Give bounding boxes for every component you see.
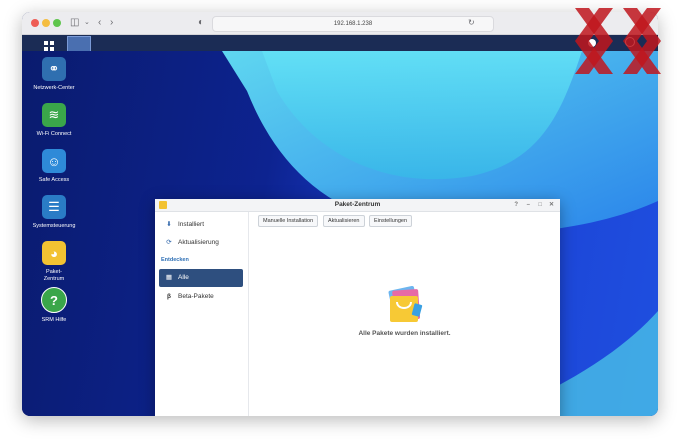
control-panel-icon: ☰ [42, 195, 66, 219]
sidebar-section-label: Entdecken [161, 257, 189, 263]
reload-icon[interactable]: ↻ [468, 16, 475, 30]
sidebar-item-label: Alle [178, 274, 189, 281]
manual-install-button[interactable]: Manuelle Installation [258, 215, 319, 227]
package-bag-icon: ◕ [42, 241, 66, 265]
srm-taskbar [22, 35, 658, 52]
sidebar-toggle-icon[interactable]: ◫ [70, 16, 79, 30]
help-button-icon[interactable]: ? [514, 199, 518, 211]
forward-icon[interactable]: › [110, 16, 113, 30]
address-text: 192.168.1.238 [333, 21, 373, 27]
srm-desktop: ⚭ Netzwerk-Center ≋ Wi-Fi Connect ☺ Safe… [22, 51, 658, 416]
package-center-window: Paket-Zentrum ? – □ ✕ ⬇ Installiert ⟳ Aktu… [155, 199, 560, 416]
chevron-down-icon[interactable]: ⌄ [84, 16, 90, 30]
window-titlebar[interactable]: Paket-Zentrum ? – □ ✕ [155, 199, 560, 212]
desktop-icon-srm-hilfe[interactable]: ? SRM Hilfe [24, 287, 84, 324]
zoom-window-button[interactable] [53, 19, 61, 27]
update-button[interactable]: Aktualisieren [323, 215, 365, 227]
sidebar-item-aktualisierung[interactable]: ⟳ Aktualisierung [159, 234, 243, 252]
desktop-icon-label: Paket- Zentrum [43, 269, 65, 282]
empty-state-message: Alle Pakete wurden installiert. [358, 330, 451, 337]
close-icon[interactable]: ✕ [549, 199, 554, 211]
help-icon: ? [41, 287, 67, 313]
desktop-icon-safe-access[interactable]: ☺ Safe Access [24, 149, 84, 184]
desktop-icon-label: SRM Hilfe [41, 317, 67, 323]
desktop-icon-label: Netzwerk-Center [33, 85, 75, 91]
watermark-logo [575, 8, 671, 79]
empty-state-bag-icon [383, 282, 425, 324]
network-globe-icon: ⚭ [42, 57, 66, 81]
settings-button[interactable]: Einstellungen [369, 215, 413, 227]
sidebar-item-installiert[interactable]: ⬇ Installiert [159, 216, 243, 234]
sidebar-item-label: Beta-Pakete [178, 293, 214, 300]
installed-icon: ⬇ [166, 221, 172, 228]
refresh-icon: ⟳ [166, 239, 172, 246]
package-center-sidebar: ⬇ Installiert ⟳ Aktualisierung Entdecken ▦… [155, 212, 249, 416]
beta-icon: β [167, 293, 171, 300]
sidebar-item-label: Aktualisierung [178, 239, 219, 246]
sidebar-item-label: Installiert [178, 221, 205, 228]
desktop-icon-label: Systemsteuerung [32, 223, 76, 229]
browser-window: ◫ ⌄ ‹ › ◐ 192.168.1.238 ↻ ⚭ Netzwerk-Cen… [22, 12, 658, 416]
grid-icon: ▦ [165, 274, 173, 281]
address-bar[interactable]: 192.168.1.238 [212, 16, 494, 32]
browser-toolbar: ◫ ⌄ ‹ › ◐ 192.168.1.238 ↻ [22, 12, 658, 35]
taskbar-package-center-icon[interactable] [67, 36, 91, 52]
maximize-icon[interactable]: □ [538, 199, 542, 211]
minimize-window-button[interactable] [42, 19, 50, 27]
desktop-icon-systemsteuerung[interactable]: ☰ Systemsteuerung [24, 195, 84, 230]
sidebar-item-beta-pakete[interactable]: β Beta-Pakete [159, 288, 243, 306]
desktop-icon-label: Safe Access [38, 177, 70, 183]
desktop-icon-netzwerk-center[interactable]: ⚭ Netzwerk-Center [24, 57, 84, 92]
wifi-icon: ≋ [42, 103, 66, 127]
sidebar-item-alle[interactable]: ▦ Alle [159, 269, 243, 287]
window-title: Paket-Zentrum [334, 201, 381, 208]
desktop-icon-paket-zentrum[interactable]: ◕ Paket- Zentrum [24, 241, 84, 283]
privacy-shield-icon[interactable]: ◐ [198, 16, 204, 30]
safe-access-icon: ☺ [42, 149, 66, 173]
main-menu-icon[interactable] [44, 38, 54, 51]
close-window-button[interactable] [31, 19, 39, 27]
back-icon[interactable]: ‹ [98, 16, 101, 30]
package-center-main: Manuelle Installation Aktualisieren Eins… [249, 212, 560, 416]
desktop-icon-wifi-connect[interactable]: ≋ Wi-Fi Connect [24, 103, 84, 138]
package-center-app-icon [159, 201, 167, 209]
desktop-icon-label: Wi-Fi Connect [36, 131, 72, 137]
minimize-icon[interactable]: – [527, 199, 530, 211]
